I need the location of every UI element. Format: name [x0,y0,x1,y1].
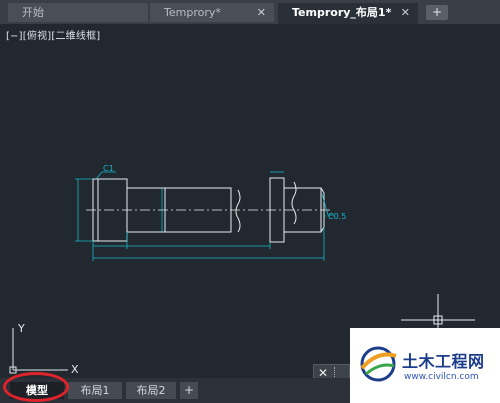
civilcn-logo-icon [360,346,397,382]
leader-c1 [95,171,116,180]
tab-temprory[interactable]: Temprory* ✕ [150,3,274,22]
watermark-title: 土木工程网 [402,352,485,371]
tab-start[interactable]: 开始 [8,3,148,22]
chamfer-c05-label: C0.5 [328,212,346,221]
highlight-circle [3,372,69,402]
tab-layout1[interactable]: 布局1 [68,382,122,399]
chamfer-c1-label: C1 [103,164,114,173]
new-tab-button[interactable]: + [426,5,448,20]
watermark-url: www.civilcn.com [404,372,479,382]
ucs-icon: Y X [9,322,79,376]
tab-temprory-label: Temprory* [164,6,221,19]
close-icon[interactable]: ✕ [401,3,410,22]
document-tab-bar: 开始 Temprory* ✕ Temprory_布局1* ✕ + [0,0,500,24]
watermark-logo: 土木工程网 www.civilcn.com [350,328,500,403]
close-icon[interactable]: ✕ [257,3,266,22]
viewport-controls-label[interactable]: [−][俯视][二维线框] [6,27,100,42]
tab-temprory-layout1-label: Temprory_布局1* [292,6,392,19]
tab-layout2[interactable]: 布局2 [126,382,176,399]
tab-temprory-layout1[interactable]: Temprory_布局1* ✕ [278,3,418,24]
add-layout-button[interactable]: + [180,382,198,399]
ucs-y-label: Y [17,322,25,335]
shaft-drawing: C1 C0.5 [75,164,346,261]
ucs-x-label: X [71,363,79,376]
break-line [235,189,241,233]
tab-start-label: 开始 [22,6,44,19]
